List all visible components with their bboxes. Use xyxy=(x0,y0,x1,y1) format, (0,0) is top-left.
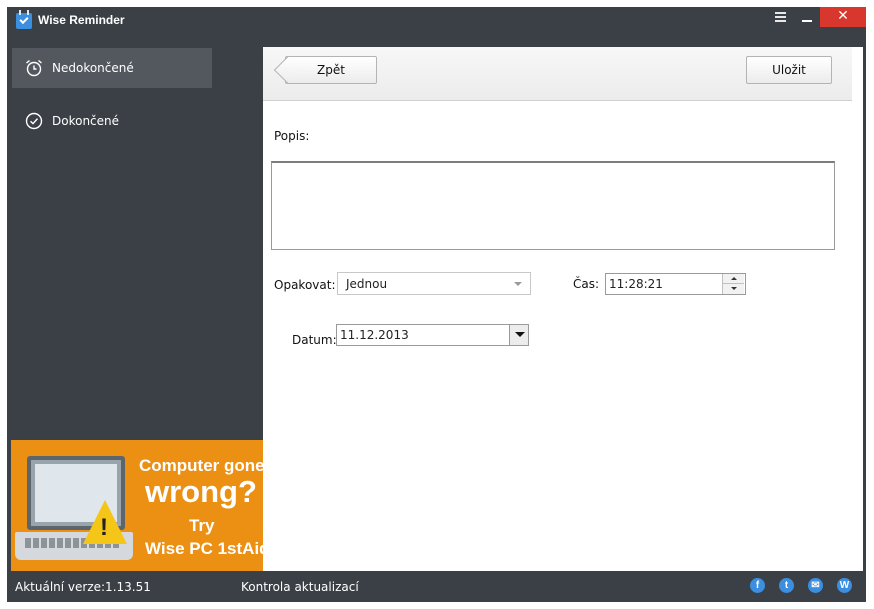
close-icon: ✕ xyxy=(837,8,849,24)
alarm-clock-icon xyxy=(26,59,42,77)
back-button-label: Zpět xyxy=(317,63,345,77)
date-picker[interactable]: 11.12.2013 xyxy=(336,324,529,346)
version-text: Aktuální verze:1.13.51 xyxy=(15,580,151,594)
window-title: Wise Reminder xyxy=(38,13,125,27)
promo-line-4: Wise PC 1stAid xyxy=(145,539,263,558)
promo-line-2: wrong? xyxy=(145,474,257,509)
date-value: 11.12.2013 xyxy=(340,328,409,342)
close-button[interactable]: ✕ xyxy=(820,7,866,27)
title-bar: Wise Reminder ✕ xyxy=(7,7,866,40)
sidebar-item-unfinished[interactable]: Nedokončené xyxy=(12,48,212,88)
minimize-button[interactable] xyxy=(796,9,818,27)
check-updates-link[interactable]: Kontrola aktualizací xyxy=(241,580,359,594)
description-label: Popis: xyxy=(274,129,310,143)
date-label: Datum: xyxy=(292,333,337,347)
date-dropdown-button[interactable] xyxy=(509,325,528,345)
repeat-label: Opakovat: xyxy=(274,278,336,292)
save-button[interactable]: Uložit xyxy=(746,56,832,84)
check-circle-icon xyxy=(25,112,43,130)
spin-down-icon[interactable] xyxy=(722,284,744,294)
sidebar: Nedokončené Dokončené xyxy=(7,40,263,440)
spin-up-icon[interactable] xyxy=(722,274,744,284)
main-panel: Zpět Uložit Popis: Opakovat: Jednou Čas:… xyxy=(263,47,863,571)
time-value: 11:28:21 xyxy=(609,277,663,291)
promo-banner[interactable]: ! Computer gone wrong? Try Wise PC 1stAi… xyxy=(11,440,263,571)
app-window: Wise Reminder ✕ Nedokončené Dokončené ! … xyxy=(7,7,866,602)
time-spinner[interactable]: 11:28:21 xyxy=(605,273,746,295)
toolbar: Zpět Uložit xyxy=(263,47,852,101)
repeat-value: Jednou xyxy=(346,277,388,291)
warning-exclamation: ! xyxy=(100,514,108,541)
menu-icon[interactable] xyxy=(774,11,788,25)
chevron-down-icon xyxy=(514,282,522,286)
back-button[interactable]: Zpět xyxy=(273,55,377,85)
email-icon[interactable]: ✉ xyxy=(808,578,823,593)
app-logo-icon xyxy=(16,10,32,29)
sidebar-item-finished[interactable]: Dokončené xyxy=(12,101,212,141)
promo-line-3: Try xyxy=(189,516,215,535)
status-bar: Aktuální verze:1.13.51 Kontrola aktualiz… xyxy=(7,571,866,602)
time-label: Čas: xyxy=(573,277,600,291)
back-arrow-icon xyxy=(273,55,303,85)
description-field[interactable] xyxy=(271,161,835,250)
sidebar-item-label: Dokončené xyxy=(52,114,120,128)
wise-icon[interactable]: W xyxy=(837,578,852,593)
facebook-icon[interactable]: f xyxy=(750,578,765,593)
promo-line-1: Computer gone xyxy=(139,456,263,475)
sidebar-item-label: Nedokončené xyxy=(52,61,134,75)
repeat-dropdown[interactable]: Jednou xyxy=(337,272,531,295)
twitter-icon[interactable]: t xyxy=(779,578,794,593)
